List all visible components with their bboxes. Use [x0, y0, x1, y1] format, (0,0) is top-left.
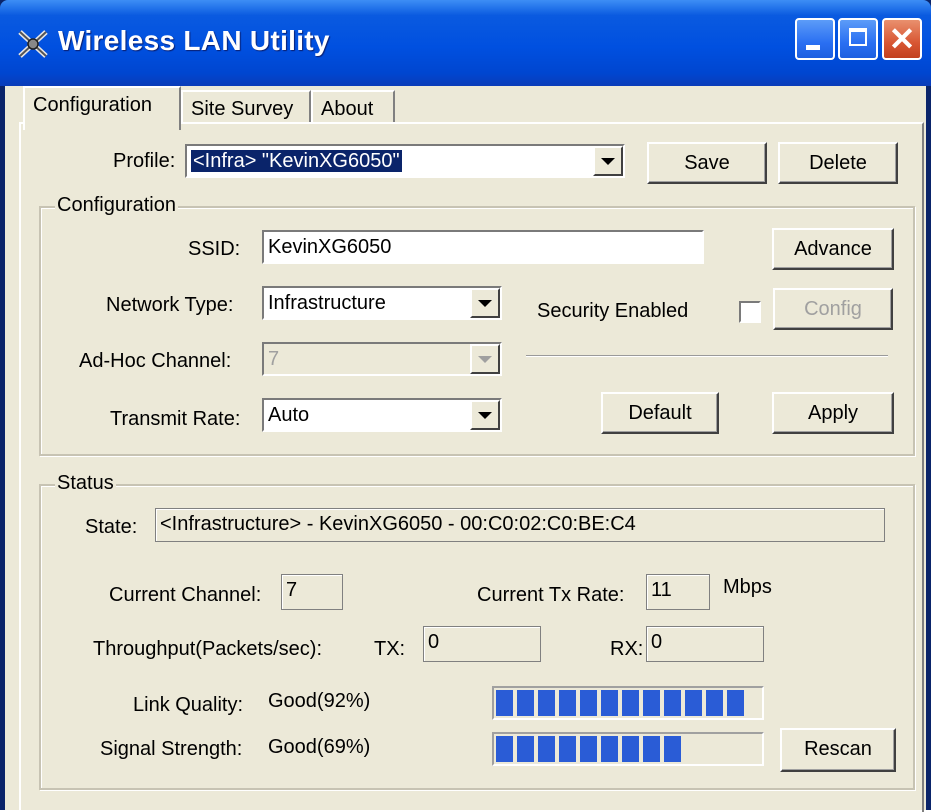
- signal-strength-label: Signal Strength:: [100, 738, 243, 760]
- profile-value: <Infra> "KevinXG6050": [191, 150, 402, 172]
- state-value: <Infrastructure> - KevinXG6050 - 00:C0:0…: [155, 508, 885, 542]
- signal-strength-segment: [601, 736, 618, 762]
- link-quality-meter: [492, 686, 764, 720]
- chevron-down-icon: [478, 356, 492, 363]
- adhoc-channel-select[interactable]: 7: [262, 342, 502, 376]
- signal-strength-segment: [538, 736, 555, 762]
- link-quality-segment: [643, 690, 660, 716]
- window-title: Wireless LAN Utility: [58, 25, 330, 56]
- network-type-value: Infrastructure: [268, 292, 386, 314]
- tab-configuration-label: Configuration: [33, 94, 152, 116]
- tab-configuration[interactable]: Configuration: [23, 86, 181, 130]
- tx-packets-value: 0: [423, 626, 541, 662]
- signal-strength-segment: [559, 736, 576, 762]
- signal-strength-segment: [643, 736, 660, 762]
- security-enabled-label: Security Enabled: [537, 300, 689, 322]
- app-window: Wireless LAN Utility ✕ Configuration Sit…: [0, 0, 931, 812]
- security-enabled-checkbox[interactable]: [739, 301, 761, 323]
- transmit-rate-label: Transmit Rate:: [110, 408, 241, 430]
- adhoc-channel-value: 7: [268, 348, 280, 370]
- title-bar[interactable]: Wireless LAN Utility ✕: [0, 0, 931, 86]
- tab-site-survey[interactable]: Site Survey: [181, 90, 311, 122]
- tx-rate-unit: Mbps: [723, 576, 772, 598]
- default-button[interactable]: Default: [601, 392, 719, 434]
- transmit-rate-select[interactable]: Auto: [262, 398, 502, 432]
- rx-packets-value: 0: [646, 626, 764, 662]
- chevron-down-icon: [601, 158, 615, 165]
- signal-strength-segment: [580, 736, 597, 762]
- close-button[interactable]: ✕: [882, 18, 922, 60]
- current-channel-label: Current Channel:: [109, 584, 262, 606]
- signal-strength-segment: [664, 736, 681, 762]
- link-quality-segment: [538, 690, 555, 716]
- delete-button[interactable]: Delete: [778, 142, 898, 184]
- configuration-group-title: Configuration: [55, 194, 178, 217]
- signal-strength-meter: [492, 732, 764, 766]
- separator-line: [526, 355, 888, 357]
- current-channel-value: 7: [281, 574, 343, 610]
- chevron-down-icon: [478, 300, 492, 307]
- current-tx-rate-value: 11: [646, 574, 710, 610]
- transmit-rate-value: Auto: [268, 404, 310, 426]
- current-tx-rate-label: Current Tx Rate:: [477, 584, 625, 606]
- config-button[interactable]: Config: [773, 288, 893, 330]
- profile-dropdown-button[interactable]: [593, 146, 623, 176]
- link-quality-value: Good(92%): [268, 690, 371, 712]
- link-quality-segment: [559, 690, 576, 716]
- link-quality-segment: [622, 690, 639, 716]
- maximize-button[interactable]: [838, 18, 878, 60]
- tab-about-label: About: [321, 98, 374, 120]
- link-quality-segment: [580, 690, 597, 716]
- tab-about[interactable]: About: [311, 90, 395, 122]
- link-quality-label: Link Quality:: [133, 694, 244, 716]
- tx-label: TX:: [374, 638, 406, 660]
- profile-label: Profile:: [113, 150, 176, 172]
- network-type-select[interactable]: Infrastructure: [262, 286, 502, 320]
- state-label: State:: [85, 516, 138, 538]
- link-quality-segment: [496, 690, 513, 716]
- signal-strength-segment: [517, 736, 534, 762]
- advance-button[interactable]: Advance: [772, 228, 894, 270]
- throughput-label: Throughput(Packets/sec):: [93, 638, 322, 660]
- tab-site-survey-label: Site Survey: [191, 98, 294, 120]
- profile-select[interactable]: <Infra> "KevinXG6050": [185, 144, 625, 178]
- adhoc-channel-label: Ad-Hoc Channel:: [79, 350, 232, 372]
- minimize-icon: [806, 45, 820, 50]
- rescan-button[interactable]: Rescan: [780, 728, 896, 772]
- rx-label: RX:: [610, 638, 644, 660]
- network-type-label: Network Type:: [106, 294, 234, 316]
- client-area: Configuration Site Survey About Profile:…: [5, 86, 926, 812]
- network-type-dropdown-button[interactable]: [470, 288, 500, 318]
- wireless-app-icon: [16, 28, 50, 60]
- signal-strength-value: Good(69%): [268, 736, 371, 758]
- minimize-button[interactable]: [795, 18, 835, 60]
- maximize-icon: [849, 28, 867, 46]
- close-icon: ✕: [888, 21, 916, 57]
- save-button[interactable]: Save: [647, 142, 767, 184]
- ssid-input[interactable]: KevinXG6050: [262, 230, 704, 264]
- apply-button[interactable]: Apply: [772, 392, 894, 434]
- transmit-rate-dropdown-button[interactable]: [470, 400, 500, 430]
- ssid-label: SSID:: [188, 238, 241, 260]
- link-quality-segment: [664, 690, 681, 716]
- link-quality-segment: [517, 690, 534, 716]
- signal-strength-segment: [496, 736, 513, 762]
- link-quality-segment: [685, 690, 702, 716]
- chevron-down-icon: [478, 412, 492, 419]
- link-quality-segment: [601, 690, 618, 716]
- signal-strength-segment: [622, 736, 639, 762]
- link-quality-segment: [727, 690, 744, 716]
- adhoc-channel-dropdown-button[interactable]: [470, 344, 500, 374]
- link-quality-segment: [706, 690, 723, 716]
- status-group-title: Status: [55, 472, 116, 495]
